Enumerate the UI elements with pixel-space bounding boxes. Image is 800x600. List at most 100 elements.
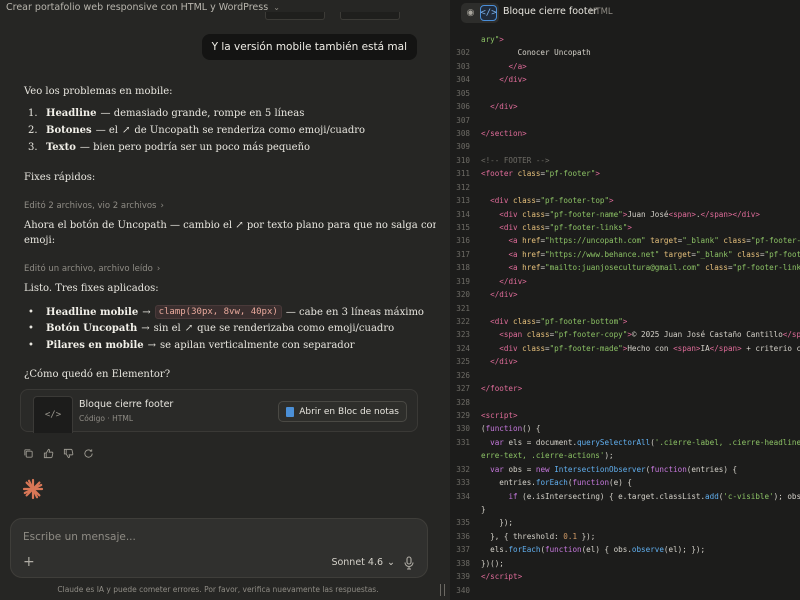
code-line: </div> bbox=[490, 102, 518, 112]
disclaimer-text: Claude es IA y puede cometer errores. Po… bbox=[57, 585, 379, 594]
message-input[interactable] bbox=[23, 531, 323, 543]
line-number: 305 bbox=[456, 88, 470, 98]
notepad-icon bbox=[286, 406, 295, 417]
microphone-icon[interactable] bbox=[403, 556, 415, 570]
artifact-card[interactable]: </> Bloque cierre footer Código · HTML A… bbox=[20, 389, 418, 433]
line-number: 309 bbox=[456, 142, 470, 152]
code-line: entries.forEach(function(e) { bbox=[481, 478, 632, 488]
preview-eye-icon[interactable]: ◉ bbox=[463, 5, 478, 21]
line-number: 303 bbox=[456, 61, 470, 71]
code-file-icon: </> bbox=[33, 396, 73, 433]
line-number: 311 bbox=[456, 169, 470, 179]
line-number: 302 bbox=[456, 48, 470, 58]
line-number: 320 bbox=[456, 290, 470, 300]
open-in-notepad-button[interactable]: Abrir en Bloc de notas bbox=[278, 401, 407, 422]
copy-icon[interactable] bbox=[22, 447, 34, 459]
code-line: (function() { bbox=[481, 424, 541, 434]
add-attachment-button[interactable]: + bbox=[23, 555, 35, 569]
code-line: ary"> bbox=[481, 35, 504, 44]
code-line: </footer> bbox=[481, 384, 523, 394]
artifact-kind: Código · HTML bbox=[79, 414, 134, 423]
conversation-title-text: Crear portafolio web responsive con HTML… bbox=[6, 1, 269, 13]
list-item: • Pilares en mobile → se apilan verticalme… bbox=[28, 340, 355, 351]
list-item: 1. Headline — demasiado grande, rompe en … bbox=[28, 108, 305, 119]
chevron-right-icon: › bbox=[156, 264, 161, 274]
claude-logo-icon bbox=[22, 478, 44, 500]
line-number: 306 bbox=[456, 102, 470, 112]
line-number: 315 bbox=[456, 223, 470, 233]
fixes-heading: Fixes rápidos: bbox=[24, 172, 96, 183]
line-number: 319 bbox=[456, 276, 470, 286]
line-number: 329 bbox=[456, 411, 470, 421]
line-number: 307 bbox=[456, 115, 470, 125]
code-line: var els = document.querySelectorAll('.ci… bbox=[490, 437, 800, 447]
code-line: </div> bbox=[490, 357, 518, 367]
code-line: } bbox=[481, 505, 486, 515]
line-number: 327 bbox=[456, 384, 470, 394]
message-composer: + Sonnet 4.6 ⌄ bbox=[10, 518, 428, 578]
code-line: <!-- FOOTER --> bbox=[481, 155, 550, 165]
user-message: Y la versión mobile también está mal bbox=[201, 34, 417, 60]
line-number: 318 bbox=[456, 263, 470, 273]
code-line: <div class="pf-footer-name">Juan José<sp… bbox=[499, 209, 760, 219]
line-number: 321 bbox=[456, 303, 470, 313]
list-item: 2. Botones — el ↗ de Uncopath se renderiz… bbox=[28, 125, 366, 136]
list-item: • Botón Uncopath → sin el ↗ que se renderi… bbox=[28, 323, 395, 334]
line-number: 310 bbox=[456, 155, 470, 165]
code-line: <div class="pf-footer-top"> bbox=[490, 196, 614, 206]
code-line: els.forEach(function(el) { obs.observe(e… bbox=[481, 545, 706, 555]
line-number: 333 bbox=[456, 478, 470, 488]
code-line: if (e.isIntersecting) { e.target.classLi… bbox=[508, 491, 800, 501]
artifact-code-panel: ◉ </> Bloque cierre footer HTML ary"> 302… bbox=[450, 0, 800, 600]
line-number: 340 bbox=[456, 585, 470, 595]
line-number: 325 bbox=[456, 357, 470, 367]
line-number: 334 bbox=[456, 491, 470, 501]
line-number: 332 bbox=[456, 464, 470, 474]
code-line: <a href="https://uncopath.com" target="_… bbox=[508, 236, 800, 246]
arrow-up-right-icon: ↗ bbox=[235, 220, 244, 231]
reply-paragraph: Ahora el botón de Uncopath — cambio el ↗… bbox=[24, 220, 436, 231]
line-number: 328 bbox=[456, 397, 470, 407]
tool-activity-summary[interactable]: Editó 2 archivos, vio 2 archivos › bbox=[24, 201, 164, 211]
list-item: 3. Texto — bien pero podría ser un poco m… bbox=[28, 142, 311, 153]
code-line: }); bbox=[481, 518, 514, 528]
reply-intro: Veo los problemas en mobile: bbox=[24, 86, 173, 97]
reply-paragraph-cont: emoji: bbox=[24, 235, 56, 246]
artifact-title: Bloque cierre footer bbox=[503, 6, 598, 17]
reply-question: ¿Cómo quedó en Elementor? bbox=[24, 369, 171, 380]
line-number: 336 bbox=[456, 531, 470, 541]
line-number: 337 bbox=[456, 545, 470, 555]
chevron-down-icon: ⌄ bbox=[387, 557, 395, 568]
code-view-icon[interactable]: </> bbox=[480, 5, 497, 21]
code-line: </section> bbox=[481, 129, 527, 138]
message-actions bbox=[22, 447, 94, 459]
model-selector[interactable]: Sonnet 4.6 ⌄ bbox=[331, 557, 395, 568]
artifact-header: ◉ </> Bloque cierre footer HTML bbox=[450, 0, 800, 26]
line-number: 316 bbox=[456, 236, 470, 246]
artifact-name: Bloque cierre footer bbox=[79, 399, 174, 410]
code-line: </a> bbox=[508, 61, 527, 71]
code-line: Conocer Uncopath bbox=[481, 48, 591, 58]
code-line: <a href="mailto:juanjosecultura@gmail.co… bbox=[508, 263, 800, 273]
pane-resize-handle[interactable] bbox=[436, 0, 450, 600]
thumbs-up-icon[interactable] bbox=[42, 447, 54, 459]
previous-artifact-card[interactable] bbox=[340, 12, 400, 20]
chevron-down-icon: ⌄ bbox=[273, 2, 280, 12]
code-line: <div class="pf-footer-bottom"> bbox=[490, 317, 628, 327]
line-number: 314 bbox=[456, 209, 470, 219]
code-line: erre-text, .cierre-actions'); bbox=[481, 451, 614, 461]
code-line: }, { threshold: 0.1 }); bbox=[481, 531, 596, 541]
code-line: <a href="https://www.behance.net" target… bbox=[508, 249, 800, 259]
line-number: 313 bbox=[456, 196, 470, 206]
conversation-title[interactable]: Crear portafolio web responsive con HTML… bbox=[6, 0, 280, 14]
artifact-type: HTML bbox=[589, 7, 613, 17]
thumbs-down-icon[interactable] bbox=[62, 447, 74, 459]
line-number: 317 bbox=[456, 249, 470, 259]
chat-pane: Crear portafolio web responsive con HTML… bbox=[0, 0, 436, 600]
tool-activity-summary[interactable]: Editó un archivo, archivo leído › bbox=[24, 264, 160, 274]
retry-icon[interactable] bbox=[82, 447, 94, 459]
previous-artifact-card[interactable] bbox=[265, 12, 325, 20]
code-line: <span class="pf-footer-copy">© 2025 Juan… bbox=[499, 330, 800, 340]
code-line: <footer class="pf-footer"> bbox=[481, 169, 600, 179]
arrow-up-right-icon: ↗ bbox=[184, 323, 194, 334]
